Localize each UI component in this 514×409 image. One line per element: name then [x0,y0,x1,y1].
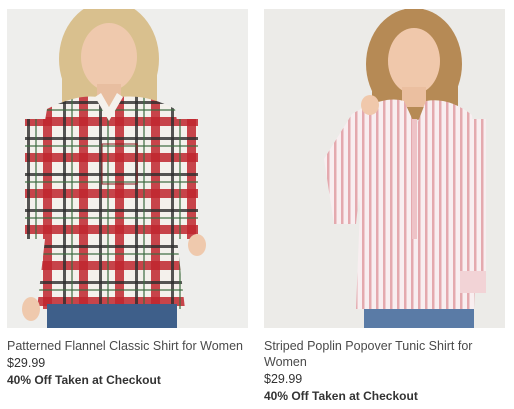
product-price: $29.99 [7,356,46,370]
product-image[interactable] [7,9,248,328]
product-price: $29.99 [264,372,303,386]
product-title[interactable]: Patterned Flannel Classic Shirt for Wome… [7,338,248,354]
flannel-shirt-product-image [7,9,248,328]
product-card: Patterned Flannel Classic Shirt for Wome… [7,9,248,388]
product-title[interactable]: Striped Poplin Popover Tunic Shirt for W… [264,338,505,370]
product-grid: Patterned Flannel Classic Shirt for Wome… [0,0,514,409]
promo-text: 40% Off Taken at Checkout [7,373,161,387]
product-image[interactable] [264,9,505,328]
product-card: Striped Poplin Popover Tunic Shirt for W… [264,9,505,404]
promo-text: 40% Off Taken at Checkout [264,389,418,403]
striped-tunic-product-image [264,9,505,328]
